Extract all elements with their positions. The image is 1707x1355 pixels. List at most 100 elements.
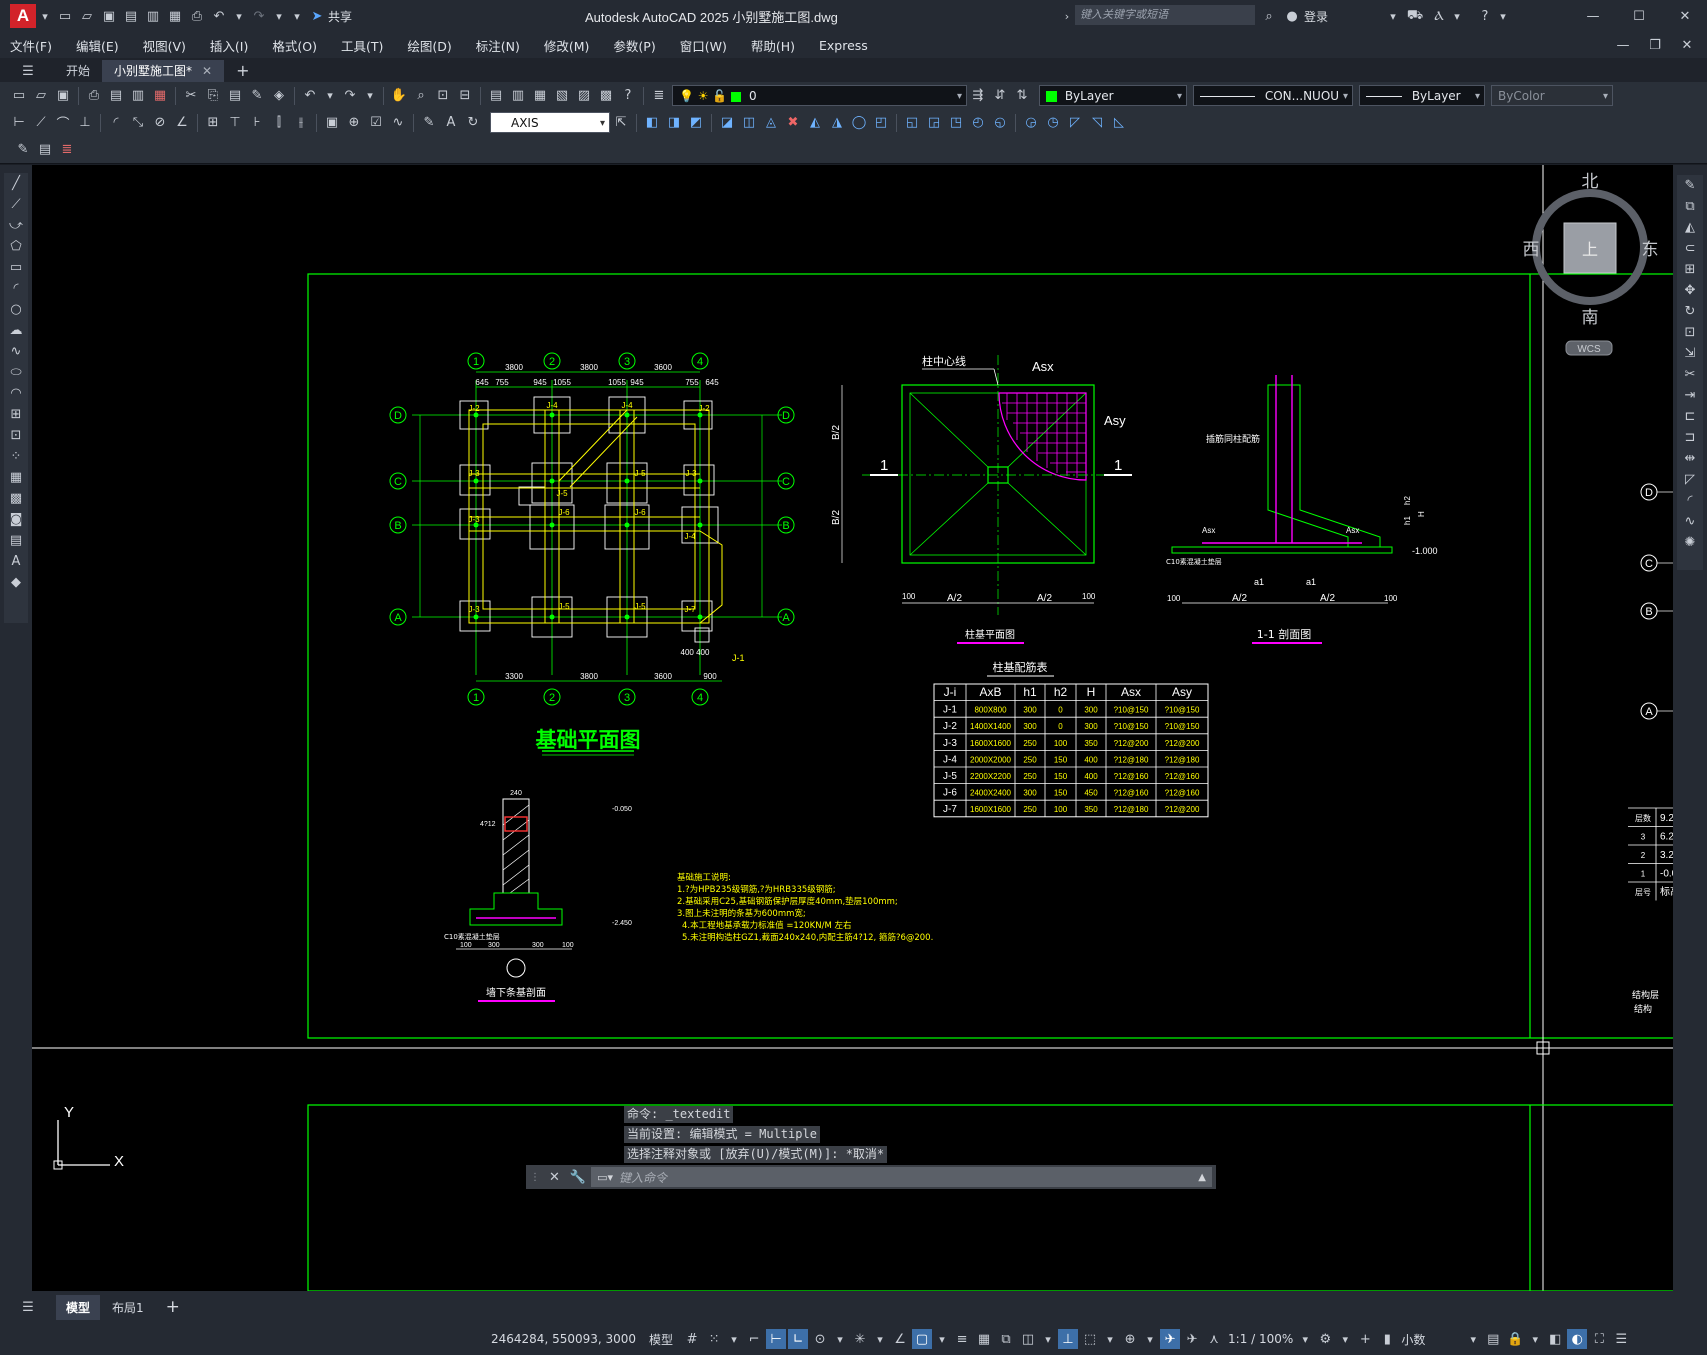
save-as-icon[interactable]: ▤: [121, 6, 141, 26]
annotation-scale-value[interactable]: 1:1 / 100%: [1228, 1332, 1293, 1346]
copy-icon[interactable]: ⎘: [203, 86, 223, 106]
mirror-icon[interactable]: ◭: [1679, 217, 1701, 238]
object-snap-tracking-icon[interactable]: ∠: [890, 1329, 910, 1349]
help-dropdown-icon[interactable]: ▾: [1495, 6, 1511, 26]
dim-space-icon[interactable]: ⫿: [269, 113, 289, 133]
autodesk-dropdown-icon[interactable]: ▾: [1449, 6, 1465, 26]
camera-icon[interactable]: ◵: [990, 113, 1010, 133]
menu-tools[interactable]: 工具(T): [341, 36, 383, 55]
polygon-icon[interactable]: ⬠: [5, 236, 27, 257]
cut-icon[interactable]: ✂: [181, 86, 201, 106]
rectangle-icon[interactable]: ▭: [5, 257, 27, 278]
match-properties-icon[interactable]: ✎: [247, 86, 267, 106]
menu-insert[interactable]: 插入(I): [210, 36, 248, 55]
lock-ui-dropdown-icon[interactable]: ▾: [1527, 1329, 1543, 1349]
dim-radius-icon[interactable]: ◜: [106, 113, 126, 133]
quick-dim-icon[interactable]: ⊞: [203, 113, 223, 133]
customization-icon[interactable]: ☰: [1611, 1329, 1631, 1349]
workspace-icon[interactable]: ⚙: [1315, 1329, 1335, 1349]
user-icon[interactable]: ●: [1282, 6, 1302, 26]
dim-ordinate-icon[interactable]: ⊥: [75, 113, 95, 133]
minimize-icon[interactable]: —: [1583, 6, 1603, 26]
menu-express[interactable]: Express: [819, 38, 868, 53]
lineweight-toggle-icon[interactable]: ≡: [952, 1329, 972, 1349]
ucs-origin-icon[interactable]: ◹: [1087, 113, 1107, 133]
shade-icon[interactable]: ◱: [902, 113, 922, 133]
dim-continue-icon[interactable]: ⊦: [247, 113, 267, 133]
move-icon[interactable]: ✥: [1679, 280, 1701, 301]
blend-curves-icon[interactable]: ∿: [1679, 511, 1701, 532]
search-input[interactable]: 键入关键字或短语: [1075, 5, 1255, 25]
point-icon[interactable]: ⁘: [5, 446, 27, 467]
hatch-icon[interactable]: ▦: [5, 467, 27, 488]
isodraft-icon[interactable]: ✳: [850, 1329, 870, 1349]
close-icon[interactable]: ✕: [1675, 6, 1695, 26]
gizmo-icon[interactable]: ⊕: [1120, 1329, 1140, 1349]
graphics-performance-icon[interactable]: ◐: [1567, 1329, 1588, 1349]
coordinate-readout[interactable]: 2464284, 550093, 3000: [491, 1332, 643, 1346]
paste-icon[interactable]: ▤: [225, 86, 245, 106]
block-editor-icon[interactable]: ◈: [269, 86, 289, 106]
menu-help[interactable]: 帮助(H): [751, 36, 795, 55]
dim-diameter-icon[interactable]: ⊘: [150, 113, 170, 133]
new-file-icon[interactable]: ▭: [55, 6, 75, 26]
join-icon[interactable]: ⇹: [1679, 448, 1701, 469]
drawing-svg[interactable]: 1 2 3 4 1 2 3 4 D C B A D C B A 3800 380…: [32, 165, 1673, 1291]
preview-icon[interactable]: ▤: [106, 86, 126, 106]
ortho-icon[interactable]: ∟: [788, 1329, 809, 1349]
box-icon[interactable]: ◧: [642, 113, 662, 133]
pan-icon[interactable]: ✋: [389, 86, 409, 106]
intersect-icon[interactable]: ◰: [871, 113, 891, 133]
snap-icon[interactable]: ⁙: [704, 1329, 724, 1349]
zoom-window-icon[interactable]: ⊡: [433, 86, 453, 106]
tab-close-icon[interactable]: ✕: [202, 64, 212, 78]
lineweight-dropdown[interactable]: ByLayer ▾: [1359, 85, 1485, 106]
cart-icon[interactable]: ⛟: [1405, 6, 1425, 26]
sheet-set-icon[interactable]: ▧: [552, 86, 572, 106]
command-customize-icon[interactable]: 🔧: [570, 1170, 586, 1185]
chamfer-icon[interactable]: ◸: [1679, 469, 1701, 490]
add-selected-icon[interactable]: ◆: [5, 572, 27, 593]
doc-minimize-icon[interactable]: —: [1613, 35, 1633, 55]
redo-list-icon[interactable]: ▾: [362, 86, 378, 106]
grid-icon[interactable]: #: [682, 1329, 702, 1349]
trim-icon[interactable]: ✂: [1679, 364, 1701, 385]
layer-properties-icon[interactable]: ≣: [649, 86, 669, 106]
dim-text-edit-icon[interactable]: A: [441, 113, 461, 133]
customize-qat-icon[interactable]: ▾: [289, 6, 305, 26]
undo-toolbar-icon[interactable]: ↶: [300, 86, 320, 106]
union-icon[interactable]: ◮: [827, 113, 847, 133]
dim-jogged-icon[interactable]: ⤡: [128, 113, 148, 133]
infer-constraints-icon[interactable]: ⌐: [744, 1329, 764, 1349]
view-icon[interactable]: ◳: [946, 113, 966, 133]
plotstyle-dropdown[interactable]: ByColor ▾: [1491, 85, 1613, 106]
menu-modify[interactable]: 修改(M): [544, 36, 590, 55]
open-folder-icon[interactable]: ▱: [77, 6, 97, 26]
wedge-icon[interactable]: ◩: [686, 113, 706, 133]
extrude-icon[interactable]: ◪: [717, 113, 737, 133]
break-icon[interactable]: ⊐: [1679, 427, 1701, 448]
extend-icon[interactable]: ⇥: [1679, 385, 1701, 406]
autocad-logo[interactable]: A: [10, 4, 36, 28]
search-icon[interactable]: ⌕: [1259, 6, 1279, 26]
menu-view[interactable]: 视图(V): [143, 36, 186, 55]
ellipse-arc-icon[interactable]: ◠: [5, 383, 27, 404]
redo-icon[interactable]: ↷: [249, 6, 269, 26]
units-dropdown-icon[interactable]: ▾: [1465, 1329, 1481, 1349]
polar-icon[interactable]: ⊙: [810, 1329, 830, 1349]
selection-filter-dropdown-icon[interactable]: ▾: [1102, 1329, 1118, 1349]
tab-model[interactable]: 模型: [56, 1294, 101, 1320]
dim-angular-icon[interactable]: ∠: [172, 113, 192, 133]
ucs-world-icon[interactable]: ◷: [1043, 113, 1063, 133]
maximize-icon[interactable]: ☐: [1629, 6, 1649, 26]
save-icon[interactable]: ▣: [99, 6, 119, 26]
zoom-previous-icon[interactable]: ⊟: [455, 86, 475, 106]
spline-icon[interactable]: ∿: [5, 341, 27, 362]
inspect-icon[interactable]: ☑: [366, 113, 386, 133]
dynamic-ucs-icon[interactable]: ⊥: [1058, 1329, 1079, 1349]
publish-icon[interactable]: ▥: [128, 86, 148, 106]
open-icon[interactable]: ▱: [31, 86, 51, 106]
ucs-zaxis-icon[interactable]: ◺: [1109, 113, 1129, 133]
layer-tools-icon[interactable]: ≣: [57, 140, 77, 160]
print-icon[interactable]: ⎙: [84, 86, 104, 106]
